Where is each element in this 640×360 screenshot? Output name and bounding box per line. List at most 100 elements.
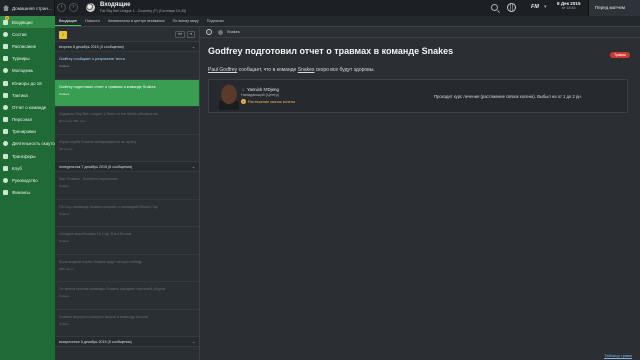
- body-text-1: сообщает, что в команде: [237, 67, 298, 73]
- sidebar-item-14[interactable]: Финансы: [0, 187, 55, 199]
- app-window: Домашняя стран... ‹ › Входящие Fat Sky B…: [0, 0, 640, 360]
- injury-tag: Травмы: [610, 52, 630, 58]
- sidebar-item-1[interactable]: Состав: [0, 28, 55, 40]
- sidebar: 6 Входящие Состав Расписание Турниры Молодежь…: [0, 16, 58, 360]
- forward-button[interactable]: ›: [69, 3, 78, 12]
- tab-1[interactable]: Новости: [81, 16, 104, 26]
- tab-2[interactable]: Чемпионаты в центре внимания: [104, 16, 169, 26]
- shortlist-star-icon[interactable]: ☆: [241, 87, 245, 92]
- collapse-chevron-icon[interactable]: ⌄: [192, 340, 195, 344]
- player-injury: + Растяжение связок колена: [241, 99, 295, 104]
- message-subject: Мат Snakes - Burnford переносим: [59, 177, 118, 181]
- sidebar-item-label: Руководство: [12, 178, 38, 184]
- message-item[interactable]: От матча против команды Snakes ожидают х…: [55, 282, 199, 310]
- sidebar-item-4[interactable]: Молодежь: [0, 65, 55, 77]
- player-portrait: [219, 84, 239, 110]
- club-icon: [3, 165, 8, 171]
- back-button[interactable]: ‹: [57, 3, 66, 12]
- tab-0[interactable]: Входящие: [55, 16, 82, 26]
- message-item[interactable]: FA Cup: команда Snakes сыграет с командо…: [55, 200, 199, 227]
- staff-link[interactable]: Paul Godfrey: [208, 67, 237, 73]
- training-icon: [3, 129, 8, 135]
- message-headline: Godfrey подготовил отчет о травмах в ком…: [208, 46, 454, 56]
- player-position: Нападающий (Центр): [241, 93, 280, 97]
- injury-status: Проходит курс лечения (растяжение связок…: [434, 94, 582, 99]
- sidebar-item-6[interactable]: Тактика: [0, 89, 55, 101]
- sidebar-item-label: Молодежь: [12, 68, 34, 74]
- message-item[interactable]: Сегодня жеребьевка FA Cup Third Round Sna…: [55, 227, 199, 255]
- sidebar-item-label: Деятельность скаутов: [12, 141, 58, 147]
- board-icon: [3, 178, 8, 184]
- club-logo-icon: [86, 3, 95, 12]
- message-subject: От матча против команды Snakes ожидают х…: [59, 287, 166, 291]
- sidebar-item-label: Расписание: [12, 43, 37, 49]
- sidebar-item-label: Турниры: [12, 56, 30, 62]
- sidebar-item-label: Входящие: [12, 19, 33, 25]
- sidebar-item-10[interactable]: Деятельность скаутов: [0, 138, 58, 150]
- sidebar-item-label: Трансферы: [12, 153, 36, 159]
- unread-count-badge: 6: [5, 16, 9, 20]
- sidebar-item-11[interactable]: Трансферы: [0, 150, 55, 162]
- message-subject: Сегодня жеребьевка FA Cup Third Round: [59, 232, 131, 236]
- top-bar: Домашняя стран... ‹ › Входящие Fat Sky B…: [0, 0, 640, 16]
- fm-logo[interactable]: FM: [531, 4, 539, 10]
- calendar-icon: [3, 43, 8, 49]
- sidebar-item-2[interactable]: Расписание: [0, 40, 55, 52]
- message-item[interactable]: Godfrey сообщает о результате теста Snake…: [55, 52, 199, 80]
- list-toolbar: ! ▾≡ ▾: [55, 27, 199, 42]
- view-options-button[interactable]: ▾: [187, 31, 195, 38]
- tab-4[interactable]: Подписки: [203, 16, 228, 26]
- breadcrumb-club-link[interactable]: Snakes: [227, 30, 240, 34]
- scouting-icon: [3, 141, 8, 147]
- important-filter-button[interactable]: !: [59, 31, 67, 39]
- globe-icon[interactable]: [507, 3, 516, 12]
- search-icon[interactable]: [491, 4, 498, 11]
- message-item[interactable]: Snakes вернулся получит вызов в команду …: [55, 310, 199, 337]
- message-source: Snakes: [59, 211, 70, 216]
- message-body: Paul Godfrey сообщает, что в команде Sna…: [208, 67, 375, 73]
- message-source: Snakes: [59, 294, 70, 298]
- date-group-header[interactable]: воскресенье 6 декабрь 2015 (5 сообщения)…: [55, 337, 199, 347]
- injured-player-card[interactable]: ☆ Yannick N'Djeng Нападающий (Центр) + Рас…: [208, 79, 628, 113]
- injury-icon: +: [241, 99, 246, 104]
- player-name-link[interactable]: Yannick N'Djeng: [247, 87, 279, 92]
- list-tool-buttons: ▾≡ ▾: [175, 31, 195, 38]
- tab-3[interactable]: По всему миру: [169, 16, 203, 26]
- message-source: Snakes: [59, 64, 70, 68]
- message-source: Snakes: [59, 321, 70, 326]
- sidebar-item-label: Финансы: [12, 190, 31, 196]
- message-subject: Godfrey сообщает о результате теста: [59, 57, 125, 61]
- sidebar-item-9[interactable]: Тренировки: [0, 126, 55, 138]
- sidebar-item-5[interactable]: Юниоры до 18: [0, 77, 55, 89]
- date-group-header[interactable]: понедельник 7 декабрь 2015 (6 сообщения)…: [55, 162, 199, 172]
- collapse-chevron-icon[interactable]: ⌄: [192, 45, 195, 49]
- injury-table-link[interactable]: Таблица травм: [604, 353, 632, 358]
- chevron-down-icon[interactable]: ▾: [544, 4, 547, 10]
- continue-button[interactable]: Перед матчем: [588, 0, 640, 16]
- message-item[interactable]: Godfrey подготовил отчет о травмах в ком…: [55, 79, 199, 107]
- staff-icon: [3, 117, 8, 123]
- collapse-chevron-icon[interactable]: ⌄: [192, 165, 195, 169]
- sidebar-item-13[interactable]: Руководство: [0, 174, 55, 186]
- message-source: BBC Sport: [59, 266, 74, 271]
- sort-button[interactable]: ▾≡: [175, 31, 186, 38]
- message-item[interactable]: Ладжить Sky Bet League 1 Team of the Wee…: [55, 107, 199, 135]
- date-group-header[interactable]: вторник 8 декабрь 2015 (4 сообщения) ⌄: [55, 42, 199, 52]
- message-item[interactable]: Мат Snakes - Burnford переносим Snakes: [55, 172, 199, 200]
- message-source: Источник SBL.com: [59, 119, 86, 123]
- message-item[interactable]: Игрок клуба Snakes возвращается на арену…: [55, 135, 199, 162]
- sidebar-item-3[interactable]: Турниры: [0, 53, 55, 65]
- nav-arrows: ‹ ›: [57, 3, 78, 12]
- info-icon: i: [206, 29, 212, 35]
- message-source: Snakes: [59, 91, 70, 96]
- tab-bar: Входящие Новости Чемпионаты в центре внима…: [55, 16, 640, 27]
- sidebar-item-0[interactable]: 6 Входящие: [0, 16, 55, 29]
- sidebar-item-8[interactable]: Персонал: [0, 114, 55, 126]
- home-button[interactable]: Домашняя стран...: [0, 0, 55, 16]
- youth-icon: [3, 68, 8, 74]
- team-link[interactable]: Snakes: [298, 67, 315, 73]
- sidebar-item-7[interactable]: Отчет о команде: [0, 101, 55, 113]
- sidebar-item-12[interactable]: Клуб: [0, 162, 55, 174]
- next-match-info[interactable]: Fat Sky Bet League 1 - Coventry (F) (Гос…: [100, 9, 186, 13]
- message-item[interactable]: Болельщики клуба Snakes ждут легкую побе…: [55, 255, 199, 282]
